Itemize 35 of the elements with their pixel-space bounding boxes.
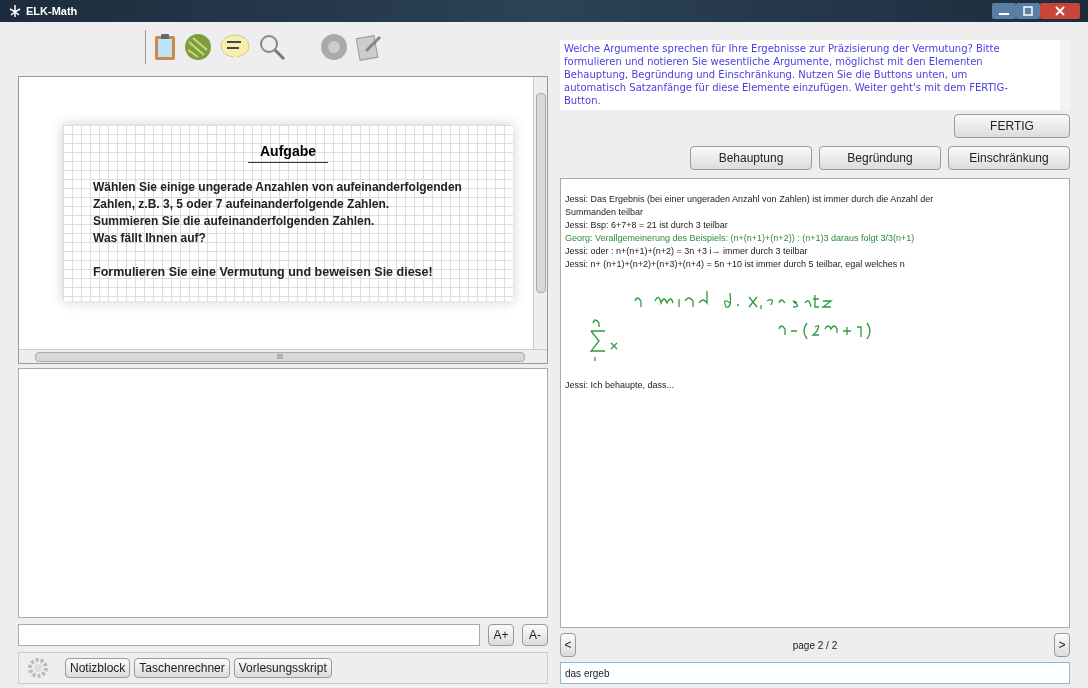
font-size-button[interactable]: A+: [488, 624, 514, 646]
chat-input[interactable]: das ergeb: [560, 662, 1070, 684]
element-button[interactable]: Begründung: [819, 146, 941, 170]
instruction-text: Welche Argumente sprechen für Ihre Ergebnisse zur Präzisierung der Vermutung? Bitte formulieren und notieren Sie wesentliche Argumente, möglichst mit den Elementen Behauptung, Begründung und Einschränkung. Nutzen Sie die Buttons unten, um automatisch Satzanfänge für diese Elemente einzufügen. Weiter geht's mit dem FERTIG-Button.: [563, 42, 1009, 107]
tool-button[interactable]: Vorlesungsskript: [233, 658, 332, 678]
done-button[interactable]: FERTIG: [954, 114, 1070, 138]
maximize-icon[interactable]: [1016, 3, 1040, 19]
task-text: Wählen Sie einige ungerade Anzahlen von aufeinanderfolgenden Zahlen, z.B. 3, 5 oder 7 aufeinanderfolgende Zahlen. Summieren Sie die aufeinanderfolgenden Zahlen. Was fällt Ihnen auf?: [93, 179, 462, 247]
search-icon[interactable]: [257, 33, 286, 61]
text-input[interactable]: [18, 624, 480, 646]
clipboard-icon[interactable]: [153, 33, 176, 61]
next-page-button[interactable]: >: [1054, 633, 1070, 657]
settings-icon[interactable]: [27, 657, 49, 679]
speech-bubble-icon[interactable]: [219, 33, 250, 61]
chat-message: Jessi: oder : n+(n+1)+(n+2) = 3n +3 i→ immer durch 3 teilbar: [565, 245, 809, 258]
font-size-button[interactable]: A-: [522, 624, 548, 646]
chat-message: Jessi: Ich behaupte, dass...: [565, 379, 676, 392]
page-indicator: page 2 / 2: [791, 638, 839, 653]
task-title: Aufgabe: [248, 141, 328, 163]
task-closing: Formulieren Sie eine Vermutung und beweisen Sie diese!: [93, 264, 434, 281]
chat-message: Jessi: Bsp: 6+7+8 = 21 ist durch 3 teilbar: [565, 219, 729, 232]
chat-message: Jessi: Das Ergebnis (bei einer ungeraden Anzahl von Zahlen) ist immer durch die Anzahl der Summanden teilbar: [565, 193, 935, 219]
tool-button[interactable]: Notizblock: [65, 658, 131, 678]
element-button[interactable]: Behauptung: [690, 146, 812, 170]
edit-note-icon[interactable]: [355, 33, 382, 61]
close-icon[interactable]: [1040, 3, 1080, 19]
disc-icon[interactable]: [319, 33, 348, 61]
minimize-icon[interactable]: [992, 3, 1016, 19]
previous-page-button[interactable]: <: [560, 633, 576, 657]
tool-button[interactable]: Taschenrechner: [134, 658, 230, 678]
element-button[interactable]: Einschränkung: [948, 146, 1070, 170]
chat-message: Georg: Verallgemeinerung des Beispiels: (n+(n+1)+(n+2)) : (n+1)3 daraus folgt 3/3(n+1): [565, 232, 916, 245]
window-title: ELK-Math: [26, 3, 78, 19]
app-logo-icon: [8, 4, 22, 18]
chat-message: Jessi: n+ (n+1)+(n+2)+(n+3)+(n+4) = 5n +10 ist immer durch 5 teilbar, egal welches n: [565, 258, 906, 271]
